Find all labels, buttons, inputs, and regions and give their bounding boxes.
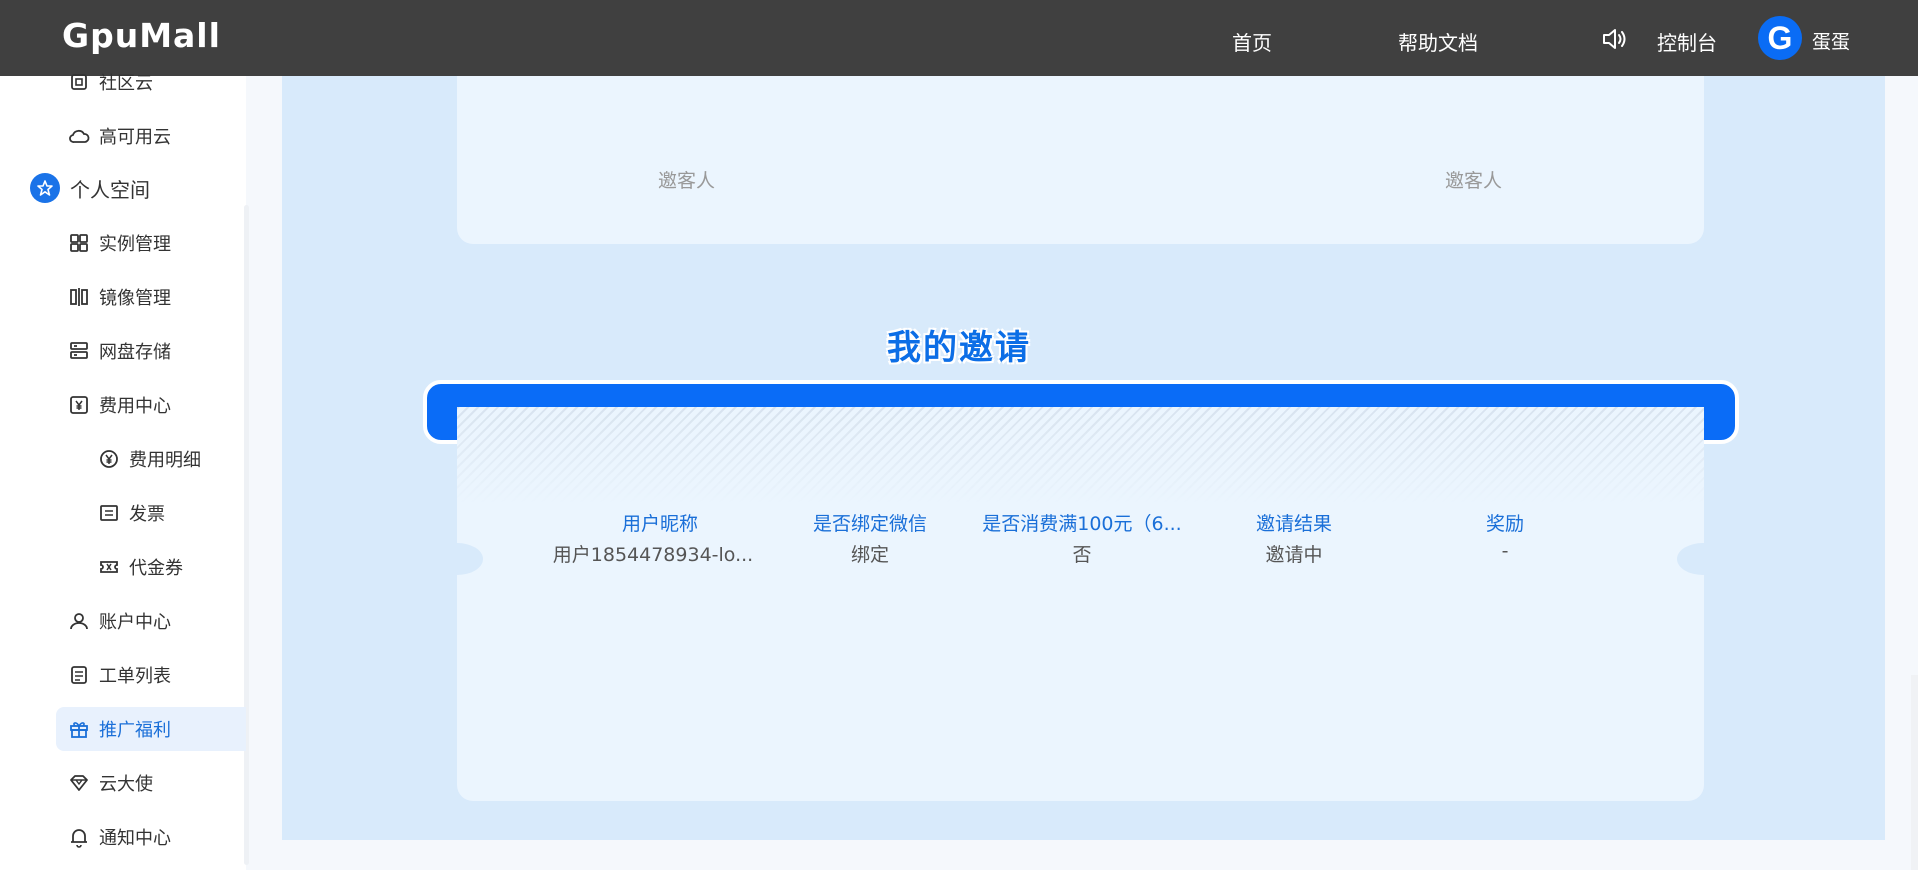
sidebar-item-instances[interactable]: 实例管理 xyxy=(68,221,171,265)
sidebar-item-ha-cloud[interactable]: 高可用云 xyxy=(68,114,171,158)
yuan-box-icon xyxy=(70,396,88,414)
sidebar-item-label: 费用明细 xyxy=(129,450,201,471)
cell-nickname: 用户1854478934-lo... xyxy=(552,544,754,566)
yuan-circle-icon xyxy=(100,450,118,468)
my-invites-title: 我的邀请 xyxy=(887,328,1031,368)
star-icon xyxy=(30,173,60,203)
sidebar-item-label: 高可用云 xyxy=(99,127,171,148)
sidebar-item-billing-details[interactable]: 费用明细 xyxy=(98,437,201,481)
inviter-label-left: 邀客人 xyxy=(658,170,716,192)
column-header-spend: 是否消费满100元（6... xyxy=(982,513,1182,535)
speaker-icon[interactable] xyxy=(1601,27,1627,51)
column-header-wechat: 是否绑定微信 xyxy=(812,513,927,535)
sidebar-item-referral[interactable]: 推广福利 xyxy=(56,707,246,751)
user-icon xyxy=(70,613,88,630)
mirror-icon xyxy=(70,288,88,306)
sidebar-item-ambassador[interactable]: 云大使 xyxy=(68,761,153,805)
sidebar-item-account[interactable]: 账户中心 xyxy=(68,599,171,643)
sidebar-item-label: 推广福利 xyxy=(99,720,171,741)
sidebar-item-label: 实例管理 xyxy=(99,234,171,255)
ticket-notch-left xyxy=(431,543,483,575)
sidebar-item-label: 代金券 xyxy=(129,558,183,579)
sidebar-item-label: 通知中心 xyxy=(99,828,171,849)
sidebar-item-notifications[interactable]: 通知中心 xyxy=(68,815,171,859)
sidebar-section-personal-space[interactable]: 个人空间 xyxy=(30,168,150,208)
sidebar-item-coupons[interactable]: 代金券 xyxy=(98,545,183,589)
card-stripes xyxy=(457,407,1704,502)
ticket-notch-right xyxy=(1677,543,1729,575)
inviter-card: 邀客人 邀客人 xyxy=(457,76,1704,244)
cloud-icon xyxy=(69,129,90,143)
nav-home-link[interactable]: 首页 xyxy=(1232,27,1272,56)
diamond-icon xyxy=(70,775,88,791)
nav-console-link[interactable]: 控制台 xyxy=(1657,27,1717,56)
column-header-nickname: 用户昵称 xyxy=(621,513,698,535)
nav-docs-link[interactable]: 帮助文档 xyxy=(1398,27,1478,56)
sidebar-item-label: 工单列表 xyxy=(99,666,171,687)
sidebar-item-invoice[interactable]: 发票 xyxy=(98,491,165,535)
grid-icon xyxy=(70,234,88,252)
username[interactable]: 蛋蛋 xyxy=(1812,27,1850,54)
sidebar-item-label: 社区云 xyxy=(99,73,153,94)
sidebar-item-label: 云大使 xyxy=(99,774,153,795)
page-bottom xyxy=(250,840,1918,870)
column-header-reward: 奖励 xyxy=(1485,513,1524,535)
chip-icon xyxy=(71,74,87,90)
column-header-result: 邀请结果 xyxy=(1255,513,1332,535)
sidebar-item-label: 发票 xyxy=(129,504,165,525)
cell-result: 邀请中 xyxy=(1265,544,1323,566)
sidebar-item-label: 镜像管理 xyxy=(99,288,171,309)
invoice-icon xyxy=(100,505,118,521)
sidebar-item-community-cloud[interactable]: 社区云 xyxy=(68,60,153,104)
avatar[interactable]: G xyxy=(1758,16,1802,60)
sidebar-item-label: 账户中心 xyxy=(99,612,171,633)
ticket-icon xyxy=(71,666,87,684)
inviter-label-right: 邀客人 xyxy=(1445,170,1503,192)
sidebar-scrollbar[interactable] xyxy=(244,205,249,865)
sidebar-item-billing[interactable]: 费用中心 xyxy=(68,383,171,427)
sidebar-item-label: 费用中心 xyxy=(99,396,171,417)
logo[interactable]: GpuMall xyxy=(62,16,221,55)
bell-icon xyxy=(71,829,87,848)
cell-spend: 否 xyxy=(1072,544,1092,566)
top-navbar: GpuMall 首页 帮助文档 控制台 G 蛋蛋 xyxy=(0,0,1918,76)
sidebar-item-tickets[interactable]: 工单列表 xyxy=(68,653,171,697)
cell-reward: - xyxy=(1501,540,1509,562)
gift-icon xyxy=(70,722,88,738)
sidebar-item-images[interactable]: 镜像管理 xyxy=(68,275,171,319)
page-scrollbar[interactable] xyxy=(1911,675,1918,870)
coupon-icon xyxy=(100,561,118,573)
cell-wechat: 绑定 xyxy=(850,544,889,566)
sidebar-section-label: 个人空间 xyxy=(70,177,150,202)
